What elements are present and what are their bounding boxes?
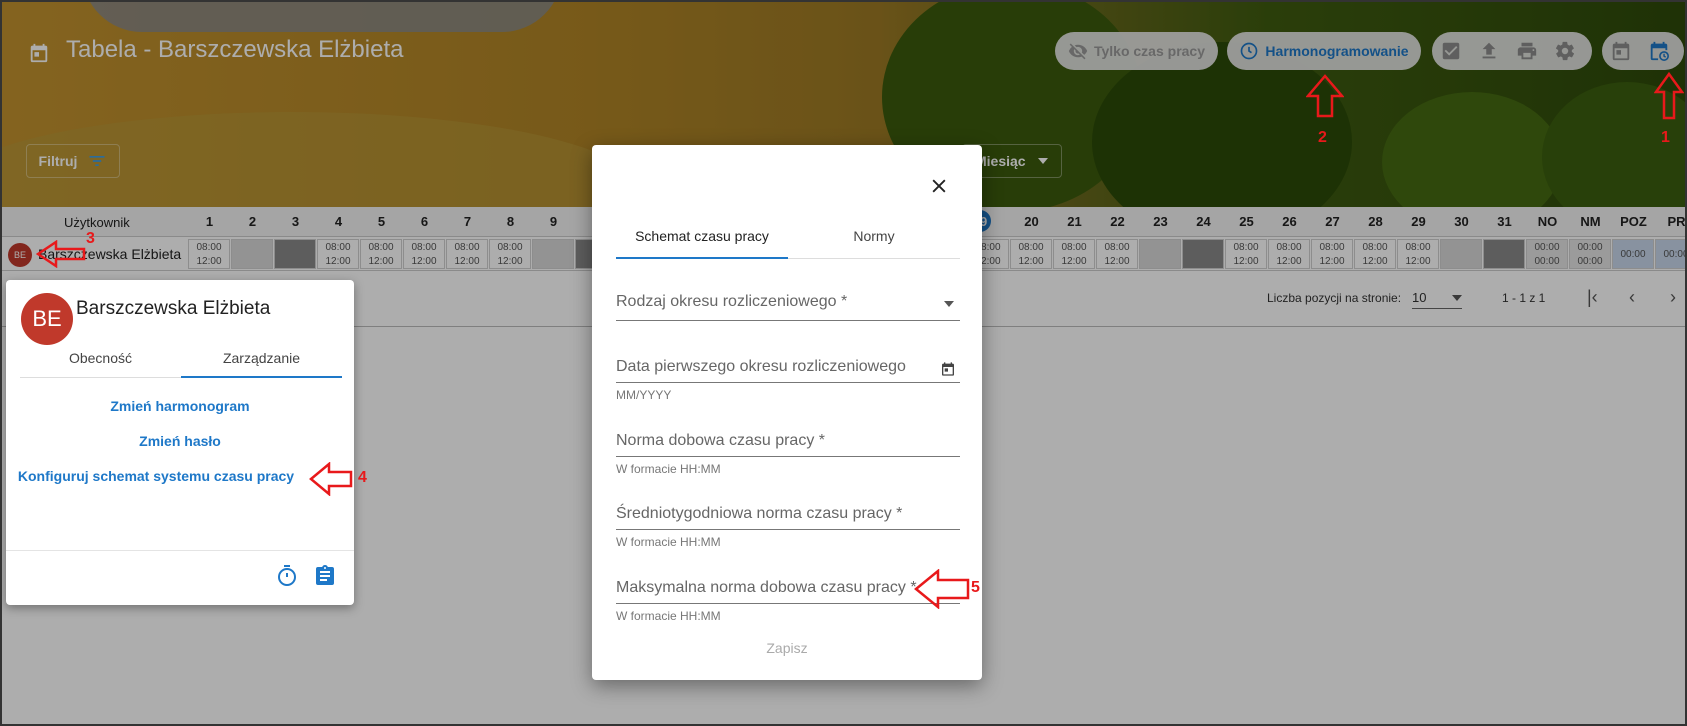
field-label: Norma dobowa czasu pracy * (616, 432, 825, 449)
callout-number: 3 (86, 230, 95, 247)
settlement-period-type-select[interactable]: Rodzaj okresu rozliczeniowego * (616, 293, 960, 323)
field-underline (616, 456, 960, 457)
field-label: Maksymalna norma dobowa czasu pracy * (616, 579, 917, 596)
field-hint: W formacie HH:MM (616, 462, 721, 476)
tab-attendance[interactable]: Obecność (20, 338, 181, 378)
daily-norm-field[interactable]: Norma dobowa czasu pracy * W formacie HH… (616, 432, 960, 477)
change-password-link[interactable]: Zmień hasło (6, 433, 354, 449)
callout-number: 1 (1661, 129, 1670, 146)
max-daily-norm-field[interactable]: Maksymalna norma dobowa czasu pracy * W … (616, 579, 960, 624)
callout-arrow-left (914, 569, 970, 609)
field-label: Rodzaj okresu rozliczeniowego * (616, 293, 848, 310)
field-hint: W formacie HH:MM (616, 609, 721, 623)
field-underline (616, 529, 960, 530)
field-label: Średniotygodniowa norma czasu pracy * (616, 505, 903, 522)
callout-arrow-up (1654, 72, 1684, 120)
card-tabs: Obecność Zarządzanie (20, 338, 342, 378)
tab-indicator (616, 257, 788, 259)
callout-arrow-left (309, 462, 353, 496)
first-period-date-field[interactable]: Data pierwszego okresu rozliczeniowego M… (616, 358, 960, 403)
app-frame: Tabela - Barszczewska Elżbieta Tylko cza… (0, 0, 1687, 726)
configure-work-time-link[interactable]: Konfiguruj schemat systemu czasu pracy (2, 468, 330, 484)
dialog-tabs: Schemat czasu pracy Normy (616, 221, 960, 261)
change-schedule-link[interactable]: Zmień harmonogram (6, 398, 354, 414)
callout-number: 4 (358, 469, 367, 486)
tab-norms[interactable]: Normy (788, 221, 960, 261)
field-underline (616, 320, 960, 321)
clipboard-icon[interactable] (313, 564, 337, 588)
calendar-icon[interactable] (940, 361, 956, 377)
callout-number: 2 (1318, 129, 1327, 146)
tab-management[interactable]: Zarządzanie (181, 338, 342, 378)
callout-arrow-up (1306, 74, 1344, 118)
callout-number: 5 (971, 579, 980, 596)
chevron-down-icon (944, 301, 954, 307)
timer-icon[interactable] (275, 564, 299, 588)
close-icon[interactable] (926, 173, 952, 199)
field-label: Data pierwszego okresu rozliczeniowego (616, 358, 906, 375)
field-hint: MM/YYYY (616, 388, 672, 402)
save-button[interactable]: Zapisz (592, 640, 982, 656)
user-name: Barszczewska Elżbieta (76, 298, 271, 319)
user-card: BE Barszczewska Elżbieta Obecność Zarząd… (6, 280, 354, 605)
weekly-average-norm-field[interactable]: Średniotygodniowa norma czasu pracy * W … (616, 505, 960, 550)
tab-indicator (181, 376, 342, 378)
callout-arrow-left (36, 240, 86, 268)
field-underline (616, 603, 960, 604)
field-hint: W formacie HH:MM (616, 535, 721, 549)
divider (6, 550, 354, 551)
tab-work-time-scheme[interactable]: Schemat czasu pracy (616, 221, 788, 261)
field-underline (616, 382, 960, 383)
